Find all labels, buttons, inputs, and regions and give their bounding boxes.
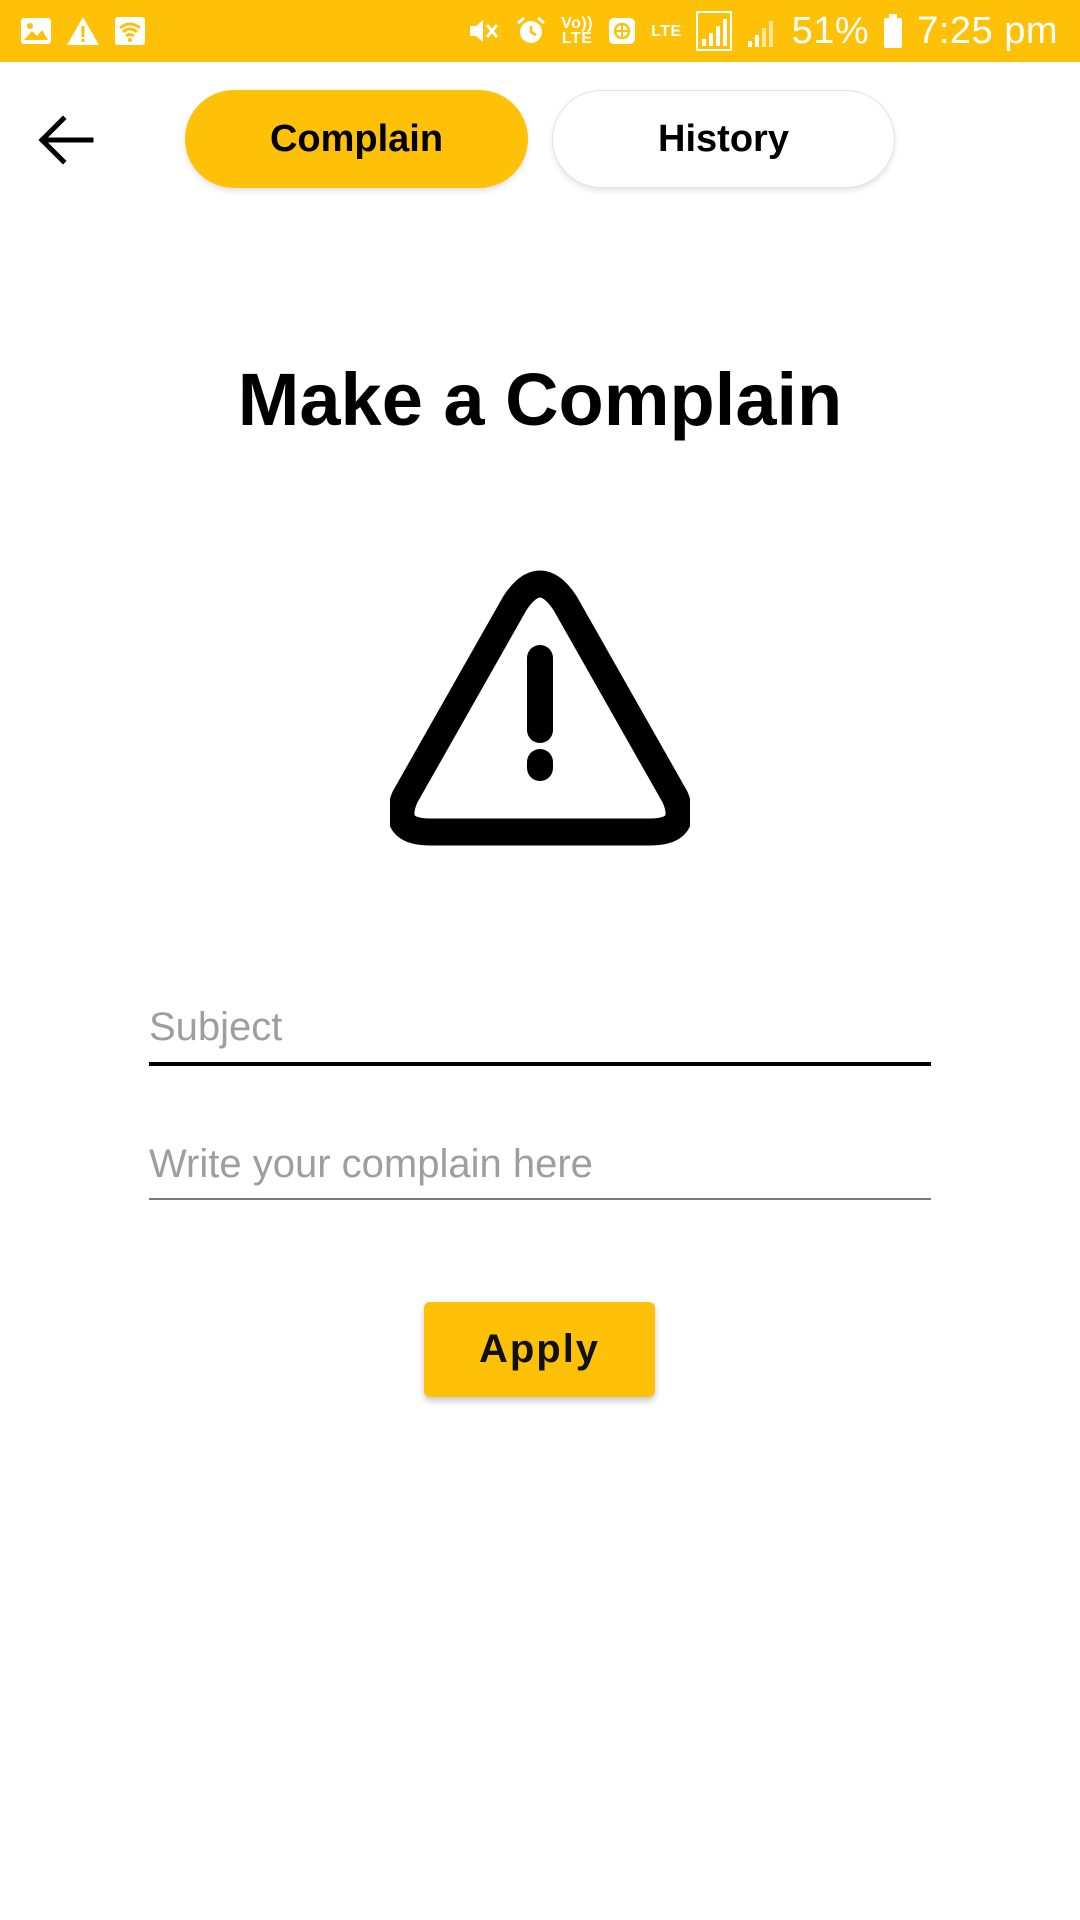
status-bar-system: Vo)) LTE LTE 51% 7:25 pm [467, 10, 1058, 53]
volte-label: Vo)) LTE [561, 15, 594, 47]
apply-button[interactable]: Apply [424, 1302, 655, 1397]
arrow-left-icon [38, 115, 94, 165]
complain-field-wrapper [149, 1128, 931, 1200]
complain-underline [149, 1198, 931, 1200]
battery-percent: 51% [791, 9, 870, 52]
warning-triangle-icon [387, 570, 693, 850]
image-notification-icon [20, 17, 52, 45]
status-bar: Vo)) LTE LTE 51% 7:25 pm [0, 0, 1080, 62]
battery-icon [883, 13, 903, 49]
warning-notification-icon [66, 16, 100, 46]
clock: 7:25 pm [917, 9, 1058, 52]
data-saver-icon [607, 16, 637, 46]
complain-input[interactable] [149, 1128, 931, 1200]
tab-history[interactable]: History [552, 90, 895, 188]
subject-underline [149, 1062, 931, 1066]
alarm-icon [515, 15, 547, 47]
subject-input[interactable] [149, 990, 931, 1064]
wifi-notification-icon [114, 16, 146, 46]
back-button[interactable] [30, 104, 102, 176]
signal-strength-2-icon [746, 13, 778, 49]
signal-strength-icon [695, 11, 732, 51]
page-title: Make a Complain [237, 358, 843, 441]
tab-complain[interactable]: Complain [185, 90, 528, 188]
subject-field-wrapper [149, 990, 931, 1066]
lte-label: LTE [651, 22, 682, 40]
status-bar-notifications [20, 16, 146, 46]
mute-icon [467, 16, 501, 46]
